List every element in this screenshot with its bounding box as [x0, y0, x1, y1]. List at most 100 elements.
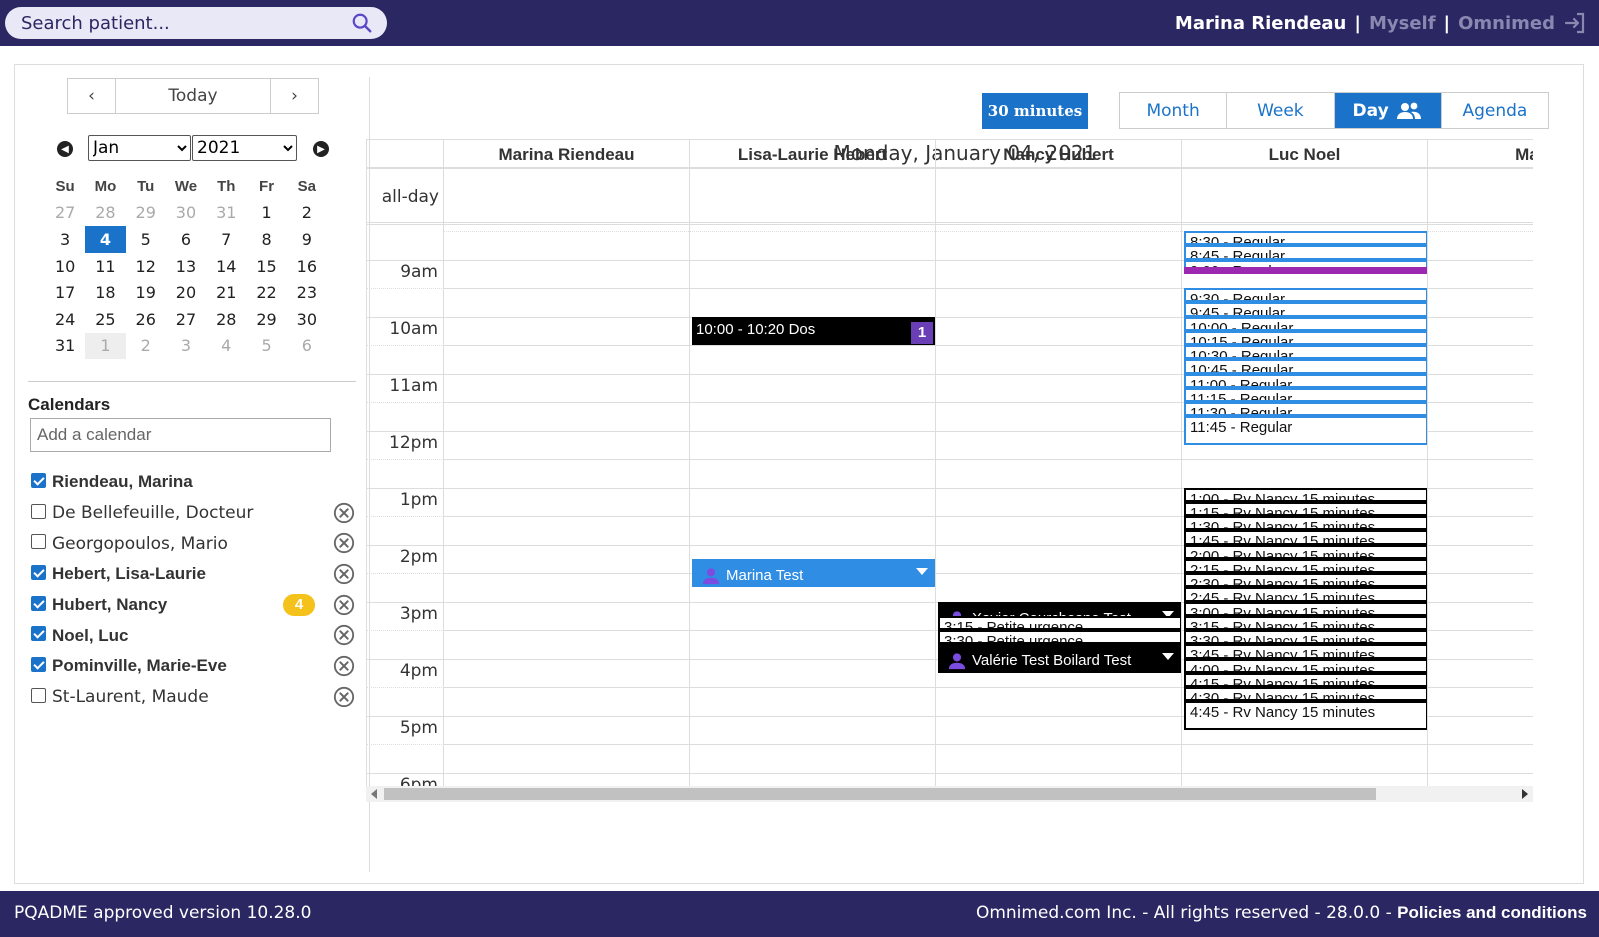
day-cell[interactable]: 24	[45, 306, 85, 333]
day-cell[interactable]: 1	[85, 332, 126, 360]
calendar-item[interactable]: De Bellefeuille, Docteur	[31, 498, 361, 529]
calendar-event[interactable]: 2:00 - Rv Nancy 15 minutes	[1184, 544, 1428, 559]
day-cell[interactable]: 21	[206, 279, 246, 306]
calendar-item[interactable]: Noel, Luc	[31, 620, 361, 651]
day-cell[interactable]: 26	[126, 306, 166, 333]
day-cell[interactable]: 28	[85, 200, 125, 227]
calendar-event[interactable]: Marina Test	[692, 558, 936, 588]
calendar-event[interactable]: 3:30 - Rv Nancy 15 minutes	[1184, 630, 1428, 645]
remove-calendar-icon[interactable]	[333, 532, 355, 554]
day-cell[interactable]: 19	[126, 279, 166, 306]
search-icon[interactable]	[351, 12, 373, 34]
day-cell[interactable]: 28	[206, 306, 246, 333]
calendar-checkbox[interactable]	[31, 626, 46, 642]
calendar-checkbox[interactable]	[31, 503, 46, 519]
today-button[interactable]: Today	[115, 79, 271, 113]
allday-row[interactable]: all-day	[366, 169, 1533, 225]
policies-link[interactable]: Policies and conditions	[1397, 903, 1587, 922]
calendar-event[interactable]: 3:15 - Rv Nancy 15 minutes	[1184, 615, 1428, 630]
calendar-event[interactable]: 11:00 - Regular	[1184, 373, 1428, 388]
day-cell[interactable]: 27	[166, 306, 206, 333]
remove-calendar-icon[interactable]	[333, 655, 355, 677]
day-cell[interactable]: 6	[166, 226, 206, 253]
day-cell[interactable]: 14	[206, 253, 246, 280]
calendar-event[interactable]: 10:45 - Regular	[1184, 359, 1428, 374]
day-cell[interactable]: 5	[126, 226, 166, 253]
calendar-checkbox[interactable]	[31, 472, 46, 488]
day-cell[interactable]: 8	[246, 226, 286, 253]
day-cell[interactable]: 6	[287, 333, 327, 360]
calendar-checkbox[interactable]	[31, 687, 46, 703]
calendar-event[interactable]: 1:45 - Rv Nancy 15 minutes	[1184, 530, 1428, 545]
calendar-event[interactable]: 10:15 - Regular	[1184, 330, 1428, 345]
event-menu-icon[interactable]	[916, 567, 928, 575]
day-cell[interactable]: 30	[166, 200, 206, 227]
omnimed-link[interactable]: Omnimed	[1458, 13, 1555, 34]
calendar-item[interactable]: Georgopoulos, Mario	[31, 528, 361, 559]
day-cell[interactable]: 16	[287, 253, 327, 280]
calendar-event[interactable]: 2:15 - Rv Nancy 15 minutes	[1184, 558, 1428, 573]
next-button[interactable]: ›	[271, 79, 318, 113]
calendar-event[interactable]: 10:00 - Regular	[1184, 316, 1428, 331]
day-cell[interactable]: 23	[287, 279, 327, 306]
calendar-event[interactable]: 8:45 - Regular	[1184, 245, 1428, 260]
day-cell[interactable]: 13	[166, 253, 206, 280]
calendar-checkbox[interactable]	[31, 534, 46, 550]
calendar-event[interactable]: 4:00 - Rv Nancy 15 minutes	[1184, 658, 1428, 673]
view-month-button[interactable]: Month	[1120, 93, 1226, 128]
calendar-event[interactable]: 8:30 - Regular	[1184, 231, 1428, 246]
add-calendar-input[interactable]	[30, 418, 331, 452]
calendar-event[interactable]: 2:45 - Rv Nancy 15 minutes	[1184, 587, 1428, 602]
day-cell[interactable]: 2	[126, 333, 166, 360]
scroll-right-icon[interactable]	[1522, 789, 1528, 799]
calendar-event[interactable]: Marina Test	[1184, 266, 1428, 274]
calendar-event[interactable]: 9:45 - Regular	[1184, 302, 1428, 317]
month-select[interactable]: Jan	[88, 135, 191, 161]
calendar-event[interactable]: 11:30 - Regular	[1184, 402, 1428, 417]
day-cell[interactable]: 4	[206, 333, 246, 360]
prev-month-icon[interactable]: ◀	[57, 141, 73, 157]
calendar-event[interactable]: 1:15 - Rv Nancy 15 minutes	[1184, 501, 1428, 516]
prev-button[interactable]: ‹	[68, 79, 115, 113]
calendar-checkbox[interactable]	[31, 656, 46, 672]
calendar-event[interactable]: 4:45 - Rv Nancy 15 minutes	[1184, 701, 1428, 730]
day-cell[interactable]: 17	[45, 279, 85, 306]
calendar-item[interactable]: Hebert, Lisa-Laurie	[31, 559, 361, 590]
day-cell[interactable]: 10	[45, 253, 85, 280]
calendar-item[interactable]: Riendeau, Marina	[31, 467, 361, 498]
calendar-item[interactable]: Hubert, Nancy 4	[31, 590, 361, 621]
calendar-event[interactable]: 10:30 - Regular	[1184, 345, 1428, 360]
calendar-checkbox[interactable]	[31, 564, 46, 580]
next-month-icon[interactable]: ▶	[313, 141, 329, 157]
logout-icon[interactable]	[1563, 11, 1587, 35]
calendar-event[interactable]: 3:45 - Rv Nancy 15 minutes	[1184, 644, 1428, 659]
horizontal-scrollbar[interactable]	[366, 786, 1533, 802]
search-box[interactable]	[5, 7, 387, 39]
day-cell[interactable]: 20	[166, 279, 206, 306]
day-cell[interactable]: 11	[85, 253, 125, 280]
calendar-event[interactable]: 9:30 - Regular	[1184, 288, 1428, 303]
remove-calendar-icon[interactable]	[333, 624, 355, 646]
interval-button[interactable]: 30 minutes	[982, 93, 1088, 129]
day-cell[interactable]: 7	[206, 226, 246, 253]
day-cell[interactable]: 30	[287, 306, 327, 333]
day-cell[interactable]: 18	[85, 279, 125, 306]
calendar-event[interactable]: 3:15 - Petite urgence	[938, 615, 1182, 630]
day-cell[interactable]: 15	[246, 253, 286, 280]
event-menu-icon[interactable]	[1162, 653, 1174, 661]
view-agenda-button[interactable]: Agenda	[1440, 93, 1548, 128]
search-patient-input[interactable]	[19, 12, 339, 34]
day-cell[interactable]: 3	[45, 226, 85, 253]
day-cell[interactable]: 5	[246, 333, 286, 360]
day-cell[interactable]: 2	[287, 200, 327, 227]
day-cell[interactable]: 31	[206, 200, 246, 227]
day-cell[interactable]: 29	[126, 200, 166, 227]
remove-calendar-icon[interactable]	[333, 594, 355, 616]
scrollbar-thumb[interactable]	[384, 788, 1376, 800]
view-day-button[interactable]: Day	[1333, 93, 1441, 128]
remove-calendar-icon[interactable]	[333, 686, 355, 708]
view-week-button[interactable]: Week	[1226, 93, 1333, 128]
calendar-event[interactable]: 1:00 - Rv Nancy 15 minutes	[1184, 487, 1428, 502]
schedule-grid[interactable]: Marina Riendeau Lisa-Laurie Hebert Nancy H…	[366, 139, 1533, 786]
remove-calendar-icon[interactable]	[333, 502, 355, 524]
